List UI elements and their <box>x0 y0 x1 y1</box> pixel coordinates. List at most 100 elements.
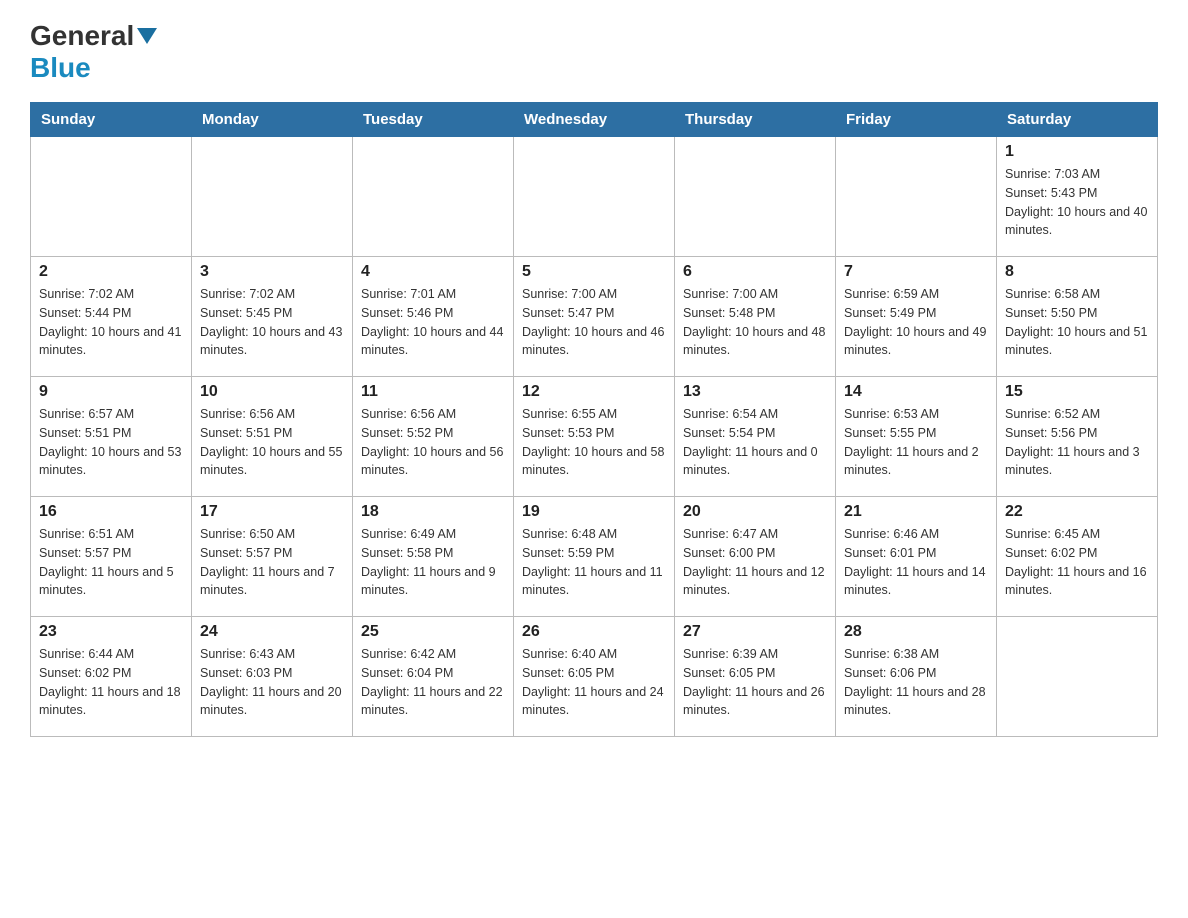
day-number: 7 <box>844 263 988 281</box>
day-info: Sunrise: 7:00 AMSunset: 5:47 PMDaylight:… <box>522 285 666 360</box>
calendar-cell: 4Sunrise: 7:01 AMSunset: 5:46 PMDaylight… <box>353 257 514 377</box>
calendar-cell: 19 Sunrise: 6:48 AMSunset: 5:59 PMDayligh… <box>514 497 675 617</box>
day-info: Sunrise: 6:50 AMSunset: 5:57 PMDaylight:… <box>200 525 344 600</box>
calendar-cell: 7 Sunrise: 6:59 AMSunset: 5:49 PMDaylight… <box>836 257 997 377</box>
calendar-cell: 16 Sunrise: 6:51 AMSunset: 5:57 PMDayligh… <box>31 497 192 617</box>
calendar-week-1: 1Sunrise: 7:03 AMSunset: 5:43 PMDaylight… <box>31 137 1158 257</box>
day-number: 17 <box>200 503 344 521</box>
day-number: 8 <box>1005 263 1149 281</box>
calendar-week-4: 16 Sunrise: 6:51 AMSunset: 5:57 PMDayligh… <box>31 497 1158 617</box>
calendar-table: SundayMondayTuesdayWednesdayThursdayFrid… <box>30 102 1158 737</box>
day-number: 2 <box>39 263 183 281</box>
weekday-header-thursday: Thursday <box>675 103 836 137</box>
day-info: Sunrise: 6:48 AMSunset: 5:59 PMDaylight:… <box>522 525 666 600</box>
calendar-cell: 2 Sunrise: 7:02 AMSunset: 5:44 PMDaylight… <box>31 257 192 377</box>
day-number: 25 <box>361 623 505 641</box>
weekday-header-wednesday: Wednesday <box>514 103 675 137</box>
day-number: 18 <box>361 503 505 521</box>
day-number: 26 <box>522 623 666 641</box>
day-number: 19 <box>522 503 666 521</box>
calendar-cell: 10 Sunrise: 6:56 AMSunset: 5:51 PMDayligh… <box>192 377 353 497</box>
calendar-cell <box>31 137 192 257</box>
day-info: Sunrise: 6:38 AMSunset: 6:06 PMDaylight:… <box>844 645 988 720</box>
day-number: 24 <box>200 623 344 641</box>
day-number: 20 <box>683 503 827 521</box>
calendar-cell <box>192 137 353 257</box>
calendar-cell: 21Sunrise: 6:46 AMSunset: 6:01 PMDayligh… <box>836 497 997 617</box>
weekday-header-tuesday: Tuesday <box>353 103 514 137</box>
day-info: Sunrise: 6:46 AMSunset: 6:01 PMDaylight:… <box>844 525 988 600</box>
day-number: 28 <box>844 623 988 641</box>
calendar-cell: 11 Sunrise: 6:56 AMSunset: 5:52 PMDayligh… <box>353 377 514 497</box>
page-header: General Blue <box>30 20 1158 84</box>
weekday-header-sunday: Sunday <box>31 103 192 137</box>
calendar-cell: 1Sunrise: 7:03 AMSunset: 5:43 PMDaylight… <box>997 137 1158 257</box>
calendar-cell: 23Sunrise: 6:44 AMSunset: 6:02 PMDayligh… <box>31 617 192 737</box>
day-number: 1 <box>1005 143 1149 161</box>
day-number: 4 <box>361 263 505 281</box>
day-info: Sunrise: 6:56 AMSunset: 5:52 PMDaylight:… <box>361 405 505 480</box>
calendar-week-2: 2 Sunrise: 7:02 AMSunset: 5:44 PMDaylight… <box>31 257 1158 377</box>
day-number: 13 <box>683 383 827 401</box>
day-info: Sunrise: 6:45 AMSunset: 6:02 PMDaylight:… <box>1005 525 1149 600</box>
calendar-cell: 28 Sunrise: 6:38 AMSunset: 6:06 PMDayligh… <box>836 617 997 737</box>
day-number: 9 <box>39 383 183 401</box>
day-number: 5 <box>522 263 666 281</box>
day-number: 15 <box>1005 383 1149 401</box>
day-info: Sunrise: 6:40 AMSunset: 6:05 PMDaylight:… <box>522 645 666 720</box>
calendar-cell: 15 Sunrise: 6:52 AMSunset: 5:56 PMDayligh… <box>997 377 1158 497</box>
calendar-cell: 14 Sunrise: 6:53 AMSunset: 5:55 PMDayligh… <box>836 377 997 497</box>
calendar-cell: 27 Sunrise: 6:39 AMSunset: 6:05 PMDayligh… <box>675 617 836 737</box>
calendar-cell: 9Sunrise: 6:57 AMSunset: 5:51 PMDaylight… <box>31 377 192 497</box>
day-info: Sunrise: 6:51 AMSunset: 5:57 PMDaylight:… <box>39 525 183 600</box>
day-info: Sunrise: 6:55 AMSunset: 5:53 PMDaylight:… <box>522 405 666 480</box>
day-number: 22 <box>1005 503 1149 521</box>
day-info: Sunrise: 6:53 AMSunset: 5:55 PMDaylight:… <box>844 405 988 480</box>
day-number: 27 <box>683 623 827 641</box>
calendar-week-5: 23Sunrise: 6:44 AMSunset: 6:02 PMDayligh… <box>31 617 1158 737</box>
calendar-cell <box>353 137 514 257</box>
day-number: 11 <box>361 383 505 401</box>
day-number: 16 <box>39 503 183 521</box>
day-number: 12 <box>522 383 666 401</box>
calendar-cell: 12 Sunrise: 6:55 AMSunset: 5:53 PMDayligh… <box>514 377 675 497</box>
day-info: Sunrise: 6:43 AMSunset: 6:03 PMDaylight:… <box>200 645 344 720</box>
calendar-cell <box>675 137 836 257</box>
calendar-cell: 24 Sunrise: 6:43 AMSunset: 6:03 PMDayligh… <box>192 617 353 737</box>
day-number: 23 <box>39 623 183 641</box>
calendar-week-3: 9Sunrise: 6:57 AMSunset: 5:51 PMDaylight… <box>31 377 1158 497</box>
calendar-cell <box>514 137 675 257</box>
calendar-cell: 26 Sunrise: 6:40 AMSunset: 6:05 PMDayligh… <box>514 617 675 737</box>
day-info: Sunrise: 6:49 AMSunset: 5:58 PMDaylight:… <box>361 525 505 600</box>
weekday-header-saturday: Saturday <box>997 103 1158 137</box>
calendar-cell: 25 Sunrise: 6:42 AMSunset: 6:04 PMDayligh… <box>353 617 514 737</box>
day-info: Sunrise: 6:52 AMSunset: 5:56 PMDaylight:… <box>1005 405 1149 480</box>
day-info: Sunrise: 6:59 AMSunset: 5:49 PMDaylight:… <box>844 285 988 360</box>
day-info: Sunrise: 6:47 AMSunset: 6:00 PMDaylight:… <box>683 525 827 600</box>
day-number: 10 <box>200 383 344 401</box>
day-info: Sunrise: 6:56 AMSunset: 5:51 PMDaylight:… <box>200 405 344 480</box>
weekday-header-monday: Monday <box>192 103 353 137</box>
day-info: Sunrise: 7:02 AMSunset: 5:44 PMDaylight:… <box>39 285 183 360</box>
day-info: Sunrise: 6:54 AMSunset: 5:54 PMDaylight:… <box>683 405 827 480</box>
logo: General Blue <box>30 20 160 84</box>
calendar-cell: 13 Sunrise: 6:54 AMSunset: 5:54 PMDayligh… <box>675 377 836 497</box>
calendar-cell: 6 Sunrise: 7:00 AMSunset: 5:48 PMDaylight… <box>675 257 836 377</box>
calendar-cell <box>997 617 1158 737</box>
calendar-cell: 20 Sunrise: 6:47 AMSunset: 6:00 PMDayligh… <box>675 497 836 617</box>
day-number: 6 <box>683 263 827 281</box>
calendar-cell: 8 Sunrise: 6:58 AMSunset: 5:50 PMDaylight… <box>997 257 1158 377</box>
day-info: Sunrise: 7:00 AMSunset: 5:48 PMDaylight:… <box>683 285 827 360</box>
day-info: Sunrise: 6:39 AMSunset: 6:05 PMDaylight:… <box>683 645 827 720</box>
calendar-cell: 3Sunrise: 7:02 AMSunset: 5:45 PMDaylight… <box>192 257 353 377</box>
calendar-cell: 22 Sunrise: 6:45 AMSunset: 6:02 PMDayligh… <box>997 497 1158 617</box>
weekday-header-friday: Friday <box>836 103 997 137</box>
day-info: Sunrise: 6:42 AMSunset: 6:04 PMDaylight:… <box>361 645 505 720</box>
calendar-cell: 18 Sunrise: 6:49 AMSunset: 5:58 PMDayligh… <box>353 497 514 617</box>
logo-triangle-icon <box>137 28 157 44</box>
weekday-header-row: SundayMondayTuesdayWednesdayThursdayFrid… <box>31 103 1158 137</box>
calendar-cell: 5 Sunrise: 7:00 AMSunset: 5:47 PMDaylight… <box>514 257 675 377</box>
day-number: 14 <box>844 383 988 401</box>
day-info: Sunrise: 6:58 AMSunset: 5:50 PMDaylight:… <box>1005 285 1149 360</box>
logo-general-text: General <box>30 20 134 52</box>
